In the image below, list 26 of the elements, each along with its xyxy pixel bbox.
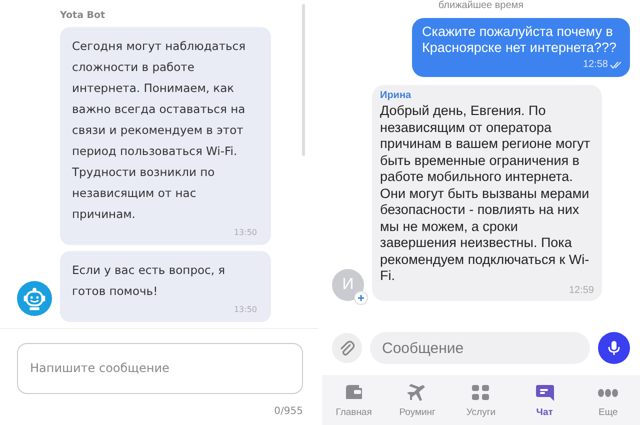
attach-button[interactable] [332, 333, 362, 363]
message-time: 12:58 [582, 58, 608, 72]
message-time: 13:50 [232, 227, 257, 239]
paperclip-icon [339, 340, 355, 356]
message-text: Если у вас есть вопрос, я готов помочь! [72, 263, 226, 298]
scrollbar[interactable] [302, 4, 305, 156]
sender-name: Yota Bot [60, 10, 106, 21]
message-input[interactable]: Напишите сообщение [17, 342, 303, 394]
sender-name: Ирина [380, 90, 412, 101]
notice-text: ближайшее время [438, 0, 524, 12]
message-text: Добрый день, Евгения. По независящим от оператора причинам в вашем регионе могут быть временные ограничения в работе мобильного интернета. Они могут быть вызваны мерами безопасности - повлиять на них мы не можем, а сроки завершения неизвестны. Пока рекомендуем подключаться к Wi-Fi. [380, 103, 592, 284]
nav-tab[interactable]: Чат [512, 375, 576, 425]
nav-tab[interactable]: Главная [322, 375, 386, 425]
message-input[interactable]: Сообщение [370, 332, 590, 364]
message-time: 12:59 [568, 284, 594, 296]
nav-tab[interactable]: Роуминг [386, 375, 450, 425]
character-counter: 0/955 [274, 406, 303, 417]
nav-tab[interactable]: Еще [576, 375, 640, 425]
microphone-icon [607, 340, 621, 356]
message-text: Сегодня могут наблюдаться сложности в работе интернета. Понимаем, как важно всегда оставаться на связи и рекомендуем в этот период пользоваться Wi-Fi. Трудности возникли по независящим от нас причинам. [72, 39, 246, 221]
microphone-button[interactable] [598, 332, 630, 364]
message-time: 13:50 [232, 304, 257, 316]
nav-tab[interactable]: Услуги [449, 375, 513, 425]
message-text: Скажите пожалуйста почему в Красноярске нет интернета??? [422, 24, 617, 55]
plus-icon [354, 290, 368, 304]
robot-avatar-icon [17, 281, 52, 316]
